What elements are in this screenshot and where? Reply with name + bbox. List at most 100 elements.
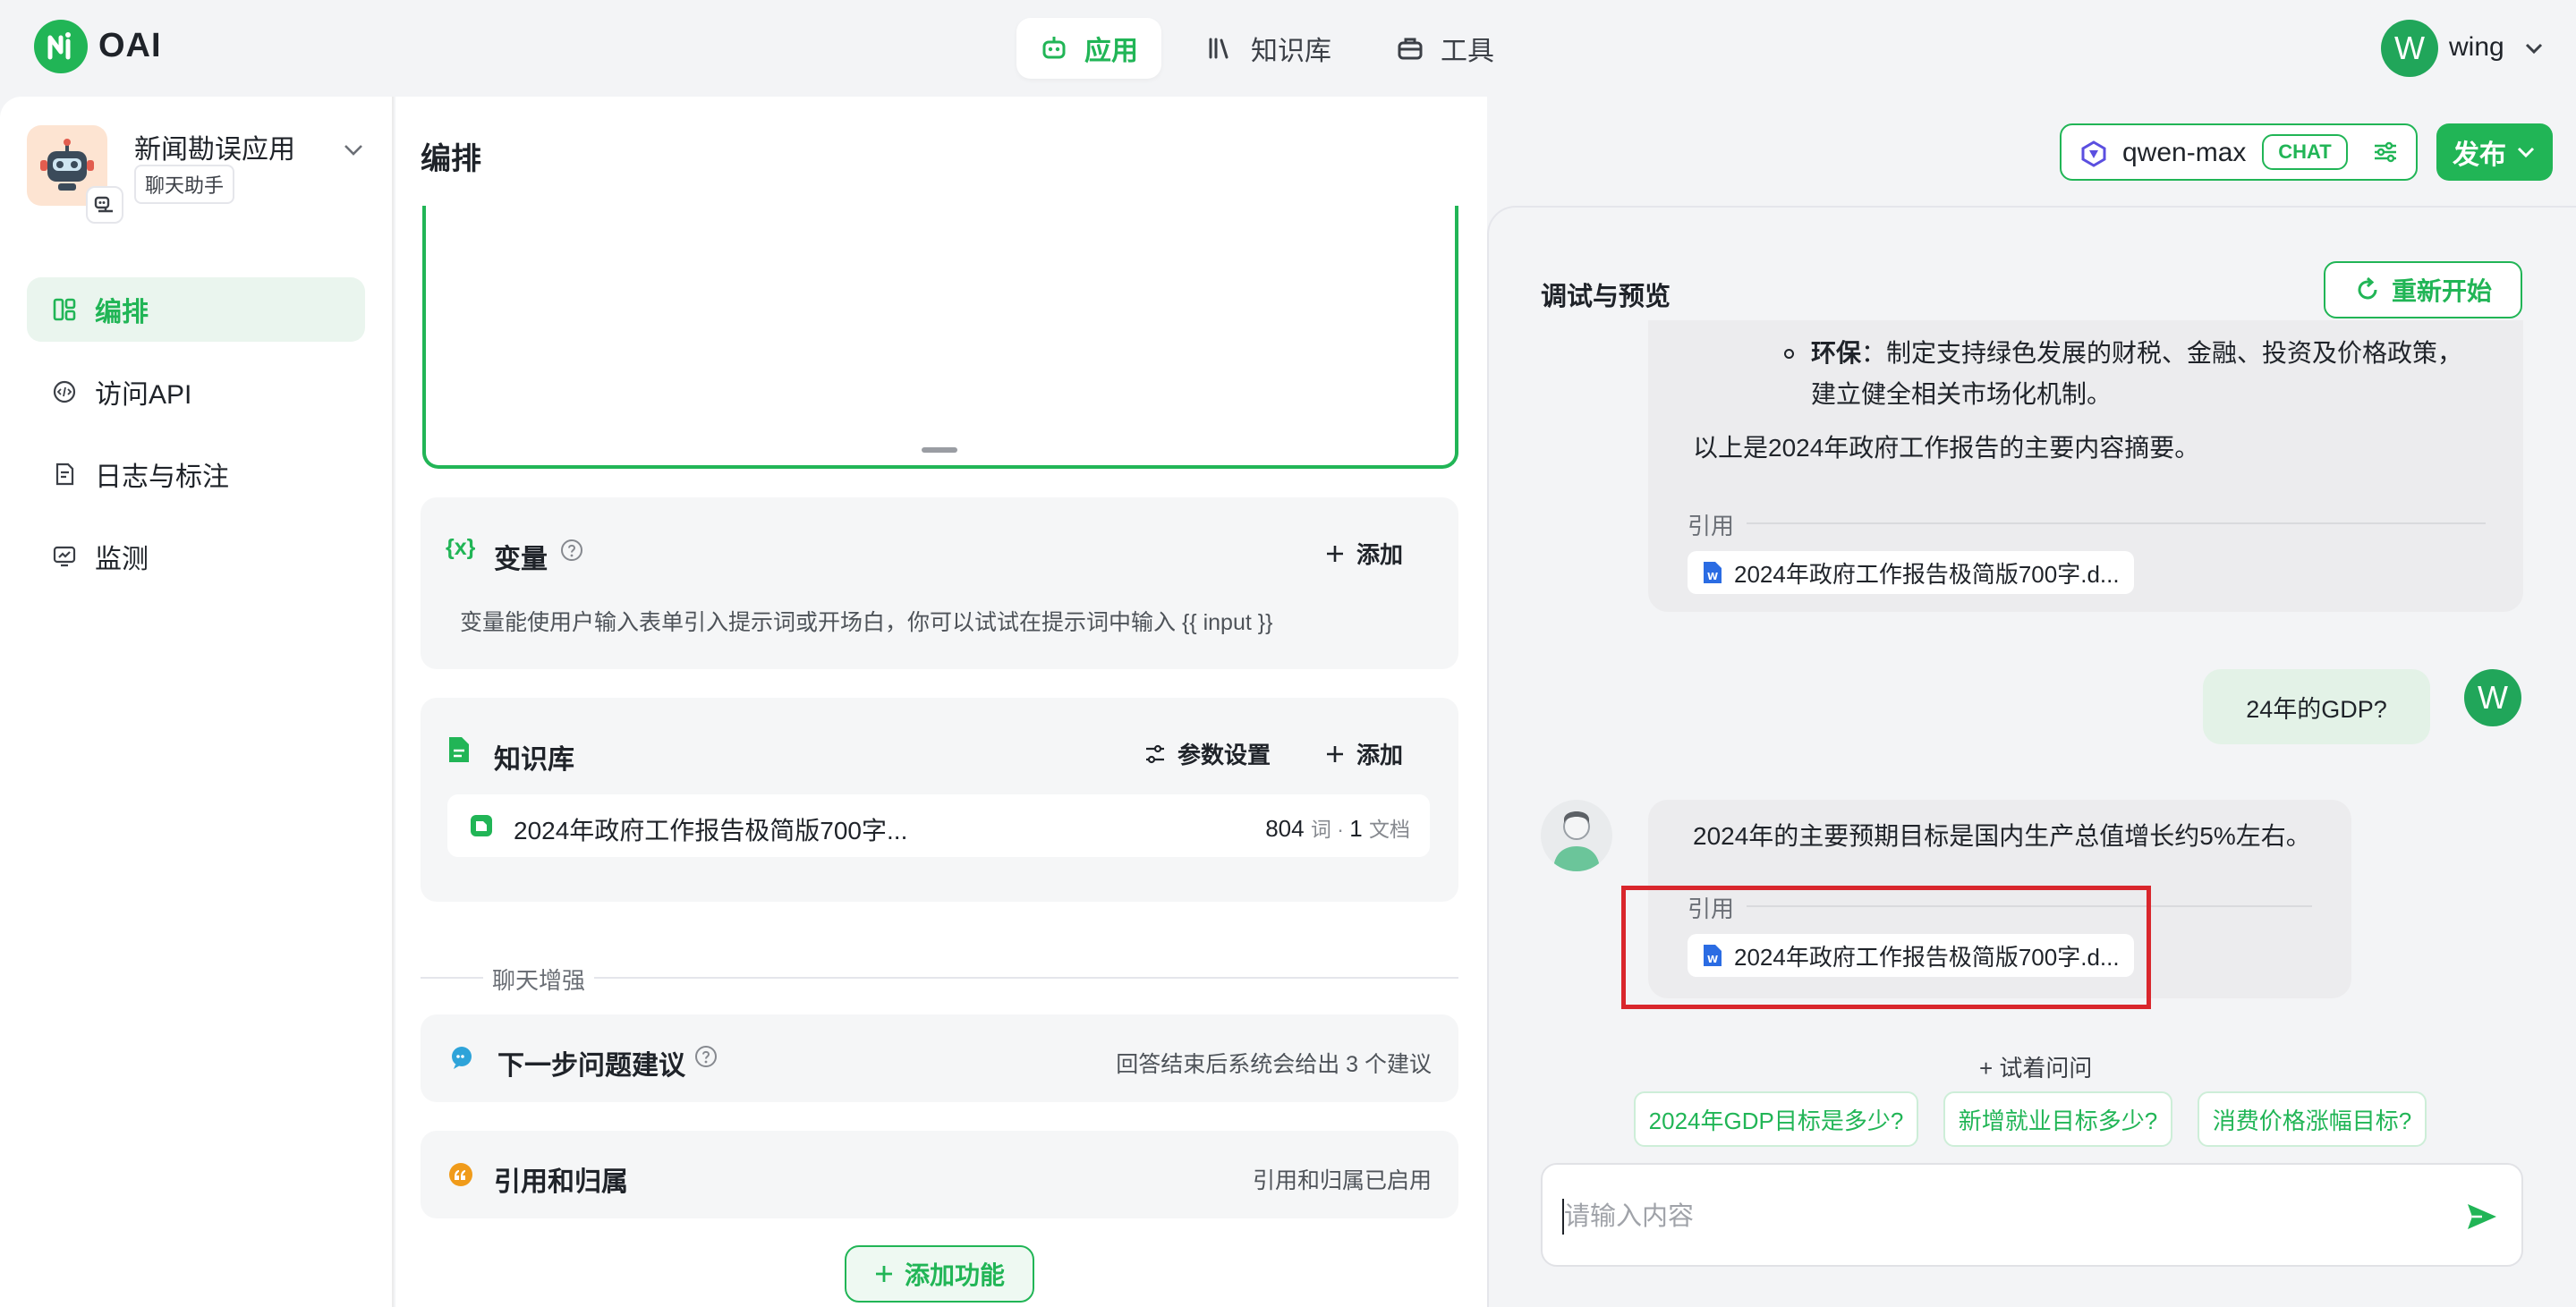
doc-count: 1 bbox=[1349, 815, 1363, 842]
sidebar-item-api[interactable]: 访问API bbox=[27, 360, 365, 424]
citation-divider bbox=[1747, 522, 2486, 524]
knowledge-title: 知识库 bbox=[494, 745, 574, 775]
restart-button[interactable]: 重新开始 bbox=[2324, 261, 2522, 318]
sidebar-item-label: 编排 bbox=[95, 298, 149, 327]
model-settings-icon[interactable] bbox=[2371, 138, 2400, 166]
chat-input-box[interactable] bbox=[1541, 1163, 2523, 1267]
plus-icon bbox=[874, 1264, 894, 1284]
topnav-apps-label: 应用 bbox=[1084, 37, 1138, 66]
variables-card: {x} 变量 添加 变量能使用户输入表单引入提示词或开场白，你可以试试在提示词中… bbox=[421, 497, 1458, 669]
bullet-keyword: 环保 bbox=[1811, 339, 1862, 367]
next-question-card[interactable]: 下一步问题建议 回答结束后系统会给出 3 个建议 bbox=[421, 1014, 1458, 1102]
variable-icon: {x} bbox=[446, 535, 476, 560]
word-unit: 词 · bbox=[1310, 818, 1350, 841]
variables-description: 变量能使用户输入表单引入提示词或开场白，你可以试试在提示词中输入 {{ inpu… bbox=[460, 610, 1273, 635]
help-icon[interactable] bbox=[560, 539, 583, 562]
citation-title: 引用和归属 bbox=[494, 1167, 628, 1197]
citation-desc: 引用和归属已启用 bbox=[1252, 1168, 1432, 1193]
topnav-tools-label: 工具 bbox=[1441, 37, 1494, 66]
suggested-question[interactable]: 消费价格涨幅目标? bbox=[2198, 1091, 2427, 1147]
layout-icon bbox=[52, 297, 77, 322]
app-name: 新闻勘误应用 bbox=[134, 135, 295, 165]
page-title: 编排 bbox=[421, 142, 481, 176]
dataset-icon bbox=[469, 813, 494, 838]
dataset-stats: 804 词 · 1 文档 bbox=[1265, 812, 1410, 843]
sidebar-item-orchestrate[interactable]: 编排 bbox=[27, 277, 365, 342]
robot-icon bbox=[1040, 34, 1068, 63]
svg-text:W: W bbox=[1707, 571, 1718, 582]
user-chat-avatar: W bbox=[2464, 669, 2521, 726]
next-question-title: 下一步问题建议 bbox=[497, 1051, 685, 1081]
sidebar-item-label: 访问API bbox=[95, 380, 192, 410]
add-feature-label: 添加功能 bbox=[904, 1261, 1005, 1289]
next-question-desc: 回答结束后系统会给出 3 个建议 bbox=[1116, 1052, 1432, 1077]
sidebar-item-monitor[interactable]: 监测 bbox=[27, 524, 365, 589]
suggested-question[interactable]: 新增就业目标多少? bbox=[1943, 1091, 2172, 1147]
citation-chip[interactable]: W 2024年政府工作报告极简版700字.d... bbox=[1688, 551, 2134, 594]
resize-handle[interactable] bbox=[922, 447, 957, 453]
summary-text: 以上是2024年政府工作报告的主要内容摘要。 bbox=[1693, 434, 2200, 462]
plus-icon bbox=[1324, 543, 1346, 564]
chat-input[interactable] bbox=[1564, 1197, 2423, 1236]
books-icon bbox=[1206, 34, 1235, 63]
section-label: 聊天增强 bbox=[483, 963, 595, 996]
robot-icon bbox=[40, 139, 94, 191]
bullet-item: 环保：制定支持绿色发展的财税、金融、投资及价格政策， bbox=[1811, 333, 2462, 374]
chevron-down-icon bbox=[2515, 141, 2537, 163]
chevron-down-icon[interactable] bbox=[342, 138, 365, 161]
word-file-icon: W bbox=[1702, 560, 1723, 585]
brand-name: OAI bbox=[98, 27, 162, 64]
doc-unit: 文档 bbox=[1369, 818, 1410, 841]
knowledge-dataset-row[interactable]: 2024年政府工作报告极简版700字... 804 词 · 1 文档 bbox=[447, 794, 1430, 857]
topnav-knowledge[interactable]: 知识库 bbox=[1183, 18, 1355, 79]
document-icon bbox=[447, 735, 471, 764]
bullet-text: ：制定支持绿色发展的财税、金融、投资及价格政策， bbox=[1861, 339, 2463, 367]
bullet-item-line2: 建立健全相关市场化机制。 bbox=[1811, 380, 2113, 408]
variables-add-button[interactable]: 添加 bbox=[1324, 537, 1403, 570]
prompt-editor[interactable] bbox=[422, 206, 1458, 469]
refresh-icon bbox=[2354, 276, 2381, 303]
help-icon[interactable] bbox=[694, 1045, 718, 1068]
chat-assistant-icon bbox=[86, 186, 123, 224]
suggested-question[interactable]: 2024年GDP目标是多少? bbox=[1634, 1091, 1918, 1147]
citation-card[interactable]: 引用和归属 引用和归属已启用 bbox=[421, 1131, 1458, 1218]
add-feature-button[interactable]: 添加功能 bbox=[845, 1245, 1034, 1303]
quote-icon bbox=[447, 1161, 474, 1188]
assistant-avatar bbox=[1541, 800, 1612, 871]
variables-title: 变量 bbox=[494, 545, 548, 574]
user-message: 24年的GDP? bbox=[2203, 669, 2430, 744]
word-count: 804 bbox=[1265, 815, 1305, 842]
chevron-down-icon[interactable] bbox=[2523, 38, 2545, 59]
model-name: qwen-max bbox=[2122, 138, 2247, 167]
add-label: 添加 bbox=[1356, 742, 1404, 768]
add-label: 添加 bbox=[1356, 541, 1404, 568]
model-selector[interactable]: qwen-max CHAT bbox=[2060, 123, 2418, 181]
api-icon bbox=[52, 379, 77, 404]
sidebar-item-label: 日志与标注 bbox=[95, 463, 229, 492]
monitor-icon bbox=[52, 544, 77, 569]
toolbox-icon bbox=[1396, 34, 1424, 63]
preview-title: 调试与预览 bbox=[1541, 283, 1671, 311]
restart-label: 重新开始 bbox=[2391, 277, 2492, 305]
topnav-tools[interactable]: 工具 bbox=[1373, 18, 1518, 79]
sidebar-item-logs[interactable]: 日志与标注 bbox=[27, 442, 365, 506]
list-bullet bbox=[1784, 349, 1794, 359]
brand-logo-icon[interactable] bbox=[34, 20, 88, 73]
send-icon[interactable] bbox=[2464, 1199, 2500, 1235]
user-avatar[interactable]: W bbox=[2381, 20, 2438, 77]
assistant-message: 环保：制定支持绿色发展的财税、金融、投资及价格政策， 建立健全相关市场化机制。 … bbox=[1648, 320, 2523, 612]
knowledge-params-button[interactable]: 参数设置 bbox=[1143, 737, 1271, 770]
dataset-name: 2024年政府工作报告极简版700字... bbox=[514, 817, 908, 844]
plus-icon bbox=[1324, 743, 1346, 765]
publish-button[interactable]: 发布 bbox=[2436, 123, 2553, 181]
topnav-knowledge-label: 知识库 bbox=[1251, 37, 1331, 66]
try-ask-label: + 试着问问 bbox=[1979, 1055, 2093, 1082]
knowledge-add-button[interactable]: 添加 bbox=[1324, 737, 1403, 770]
citation-file-name: 2024年政府工作报告极简版700字.d... bbox=[1734, 560, 2120, 588]
log-icon bbox=[52, 462, 77, 487]
sidebar-item-label: 监测 bbox=[95, 545, 149, 574]
person-icon bbox=[1553, 811, 1600, 871]
topnav-apps[interactable]: 应用 bbox=[1016, 18, 1161, 79]
user-name[interactable]: wing bbox=[2449, 32, 2504, 63]
publish-label: 发布 bbox=[2453, 140, 2506, 170]
